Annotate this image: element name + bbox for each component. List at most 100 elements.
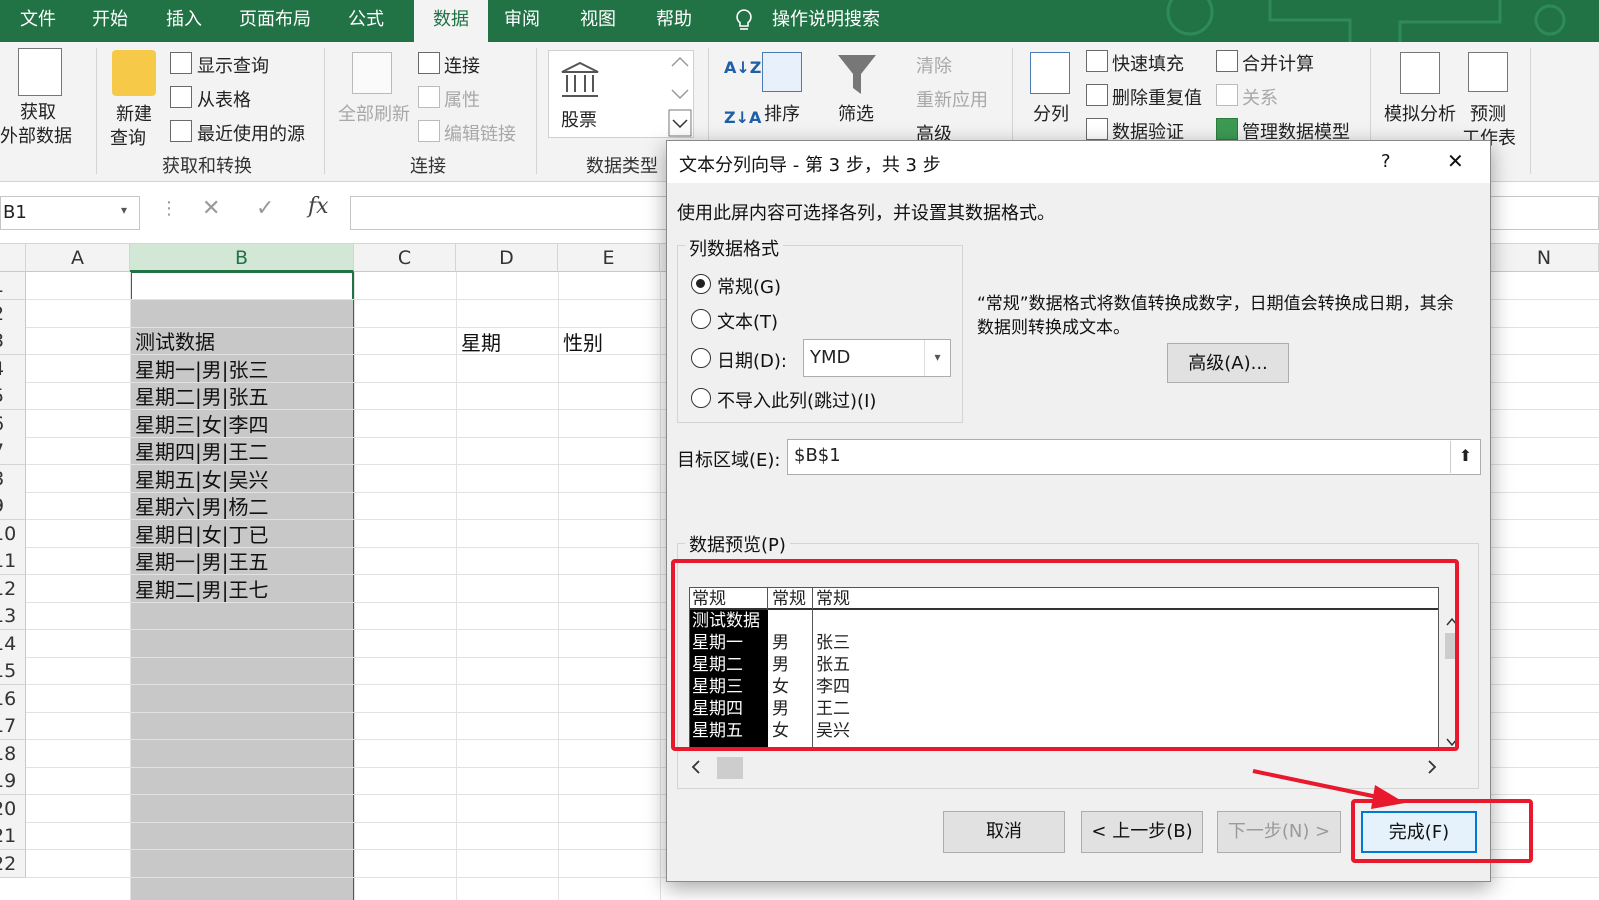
cell-b5[interactable]: 星期二|男|张五 [130, 382, 268, 410]
tell-me-search[interactable]: 操作说明搜索 [772, 0, 902, 42]
cell-b6[interactable]: 星期三|女|李四 [130, 410, 268, 438]
filter-button[interactable]: 筛选 [838, 100, 874, 126]
row-header-13[interactable]: 13 [0, 602, 26, 630]
from-table-button[interactable]: 从表格 [197, 86, 251, 112]
date-format-select[interactable]: YMD ▾ [803, 339, 951, 377]
column-header-b[interactable]: B [130, 244, 354, 272]
tab-home[interactable]: 开始 [82, 0, 138, 42]
text-to-columns-button[interactable]: 分列 [1033, 100, 1069, 126]
row-header-3[interactable]: 3 [0, 327, 26, 355]
tab-insert[interactable]: 插入 [156, 0, 212, 42]
row-header-21[interactable]: 21 [0, 822, 26, 850]
radio-general[interactable] [691, 274, 711, 294]
cell-d3[interactable]: 星期 [456, 328, 501, 356]
name-box[interactable]: B1 ▾ [0, 196, 140, 230]
what-if-analysis-button[interactable]: 模拟分析 [1384, 100, 1456, 126]
cancel-button[interactable]: 取消 [943, 811, 1065, 853]
back-button[interactable]: < 上一步(B) [1081, 811, 1203, 853]
edit-links-button[interactable]: 编辑链接 [444, 120, 516, 146]
row-header-11[interactable]: 11 [0, 547, 26, 575]
get-data-icon[interactable] [18, 48, 62, 96]
forecast-label-1[interactable]: 预测 [1470, 100, 1506, 126]
row-header-16[interactable]: 16 [0, 684, 26, 713]
row-header-10[interactable]: 10 [0, 519, 26, 548]
sort-za-icon[interactable]: Z↓A [724, 108, 761, 127]
radio-text[interactable] [691, 309, 711, 329]
column-header-e[interactable]: E [558, 244, 660, 272]
help-button[interactable]: ? [1381, 151, 1391, 172]
destination-input[interactable]: $B$1 ⬆ [787, 439, 1481, 475]
row-header-17[interactable]: 17 [0, 712, 26, 740]
radio-skip[interactable] [691, 388, 711, 408]
tab-page-layout[interactable]: 页面布局 [230, 0, 320, 42]
connections-button[interactable]: 连接 [444, 52, 480, 78]
row-header-1[interactable]: 1 [0, 272, 26, 300]
sort-az-icon[interactable]: A↓Z [724, 58, 761, 77]
radio-skip-label[interactable]: 不导入此列(跳过)(I) [717, 387, 876, 413]
column-header-c[interactable]: C [354, 244, 456, 272]
gallery-scroll-icon[interactable] [668, 54, 692, 138]
cell-b1[interactable] [130, 272, 135, 300]
reapply-button[interactable]: 重新应用 [916, 86, 988, 112]
column-header-d[interactable]: D [456, 244, 558, 272]
row-header-18[interactable]: 18 [0, 739, 26, 768]
stocks-button[interactable]: 股票 [561, 106, 597, 132]
insert-function-icon[interactable]: fx [308, 194, 329, 219]
cell-b3[interactable]: 测试数据 [130, 327, 215, 355]
clear-button[interactable]: 清除 [916, 52, 952, 78]
tab-file[interactable]: 文件 [10, 0, 66, 42]
row-header-4[interactable]: 4 [0, 354, 26, 383]
consolidate-button[interactable]: 合并计算 [1242, 50, 1314, 76]
radio-date-label[interactable]: 日期(D): [717, 347, 787, 373]
radio-date[interactable] [691, 348, 711, 368]
tab-data[interactable]: 数据 [414, 0, 488, 42]
tab-help[interactable]: 帮助 [646, 0, 702, 42]
cell-b2[interactable] [130, 300, 135, 328]
collapse-dialog-icon[interactable]: ⬆ [1450, 441, 1480, 473]
radio-text-label[interactable]: 文本(T) [717, 308, 778, 334]
cell-b12[interactable]: 星期二|男|王七 [130, 575, 268, 603]
row-header-8[interactable]: 8 [0, 464, 26, 493]
column-header-a[interactable]: A [26, 244, 130, 272]
tab-review[interactable]: 审阅 [494, 0, 550, 42]
row-header-5[interactable]: 5 [0, 382, 26, 410]
confirm-entry-icon[interactable]: ✓ [256, 196, 274, 221]
cell-b4[interactable]: 星期一|男|张三 [130, 355, 268, 383]
new-query-label-1[interactable]: 新建 [116, 100, 152, 126]
cell-b8[interactable]: 星期五|女|吴兴 [130, 465, 268, 493]
next-button[interactable]: 下一步(N) > [1217, 811, 1341, 853]
properties-button[interactable]: 属性 [444, 86, 480, 112]
flash-fill-button[interactable]: 快速填充 [1112, 50, 1184, 76]
row-header-12[interactable]: 12 [0, 574, 26, 603]
row-header-7[interactable]: 7 [0, 437, 26, 465]
row-header-20[interactable]: 20 [0, 794, 26, 823]
new-query-label-2[interactable]: 查询 [110, 124, 146, 150]
row-header-15[interactable]: 15 [0, 657, 26, 685]
show-query-button[interactable]: 显示查询 [197, 52, 269, 78]
recent-sources-button[interactable]: 最近使用的源 [197, 120, 305, 146]
column-header-n[interactable]: N [1490, 244, 1599, 272]
get-data-label-2[interactable]: 外部数据 [0, 122, 72, 148]
close-icon[interactable]: ✕ [1447, 149, 1464, 173]
refresh-all-button[interactable]: 全部刷新 [338, 100, 410, 126]
active-cell-b1[interactable] [131, 272, 353, 300]
tab-formulas[interactable]: 公式 [338, 0, 394, 42]
advanced-button[interactable]: 高级(A)... [1167, 343, 1289, 383]
relationships-button[interactable]: 关系 [1242, 84, 1278, 110]
cell-e3[interactable]: 性别 [558, 328, 603, 356]
cell-b11[interactable]: 星期一|男|王五 [130, 547, 268, 575]
sort-button[interactable]: 排序 [764, 100, 800, 126]
get-data-label-1[interactable]: 获取 [20, 98, 56, 124]
row-header-14[interactable]: 14 [0, 629, 26, 658]
row-header-22[interactable]: 22 [0, 849, 26, 878]
select-all-corner[interactable] [0, 244, 26, 272]
tab-view[interactable]: 视图 [570, 0, 626, 42]
cancel-entry-icon[interactable]: ✕ [202, 196, 220, 221]
row-header-9[interactable]: 9 [0, 492, 26, 520]
cell-b7[interactable]: 星期四|男|王二 [130, 437, 268, 465]
remove-duplicates-button[interactable]: 删除重复值 [1112, 84, 1202, 110]
cell-b9[interactable]: 星期六|男|杨二 [130, 492, 268, 520]
new-query-icon[interactable] [112, 50, 156, 96]
radio-general-label[interactable]: 常规(G) [717, 273, 781, 299]
row-header-19[interactable]: 19 [0, 767, 26, 795]
